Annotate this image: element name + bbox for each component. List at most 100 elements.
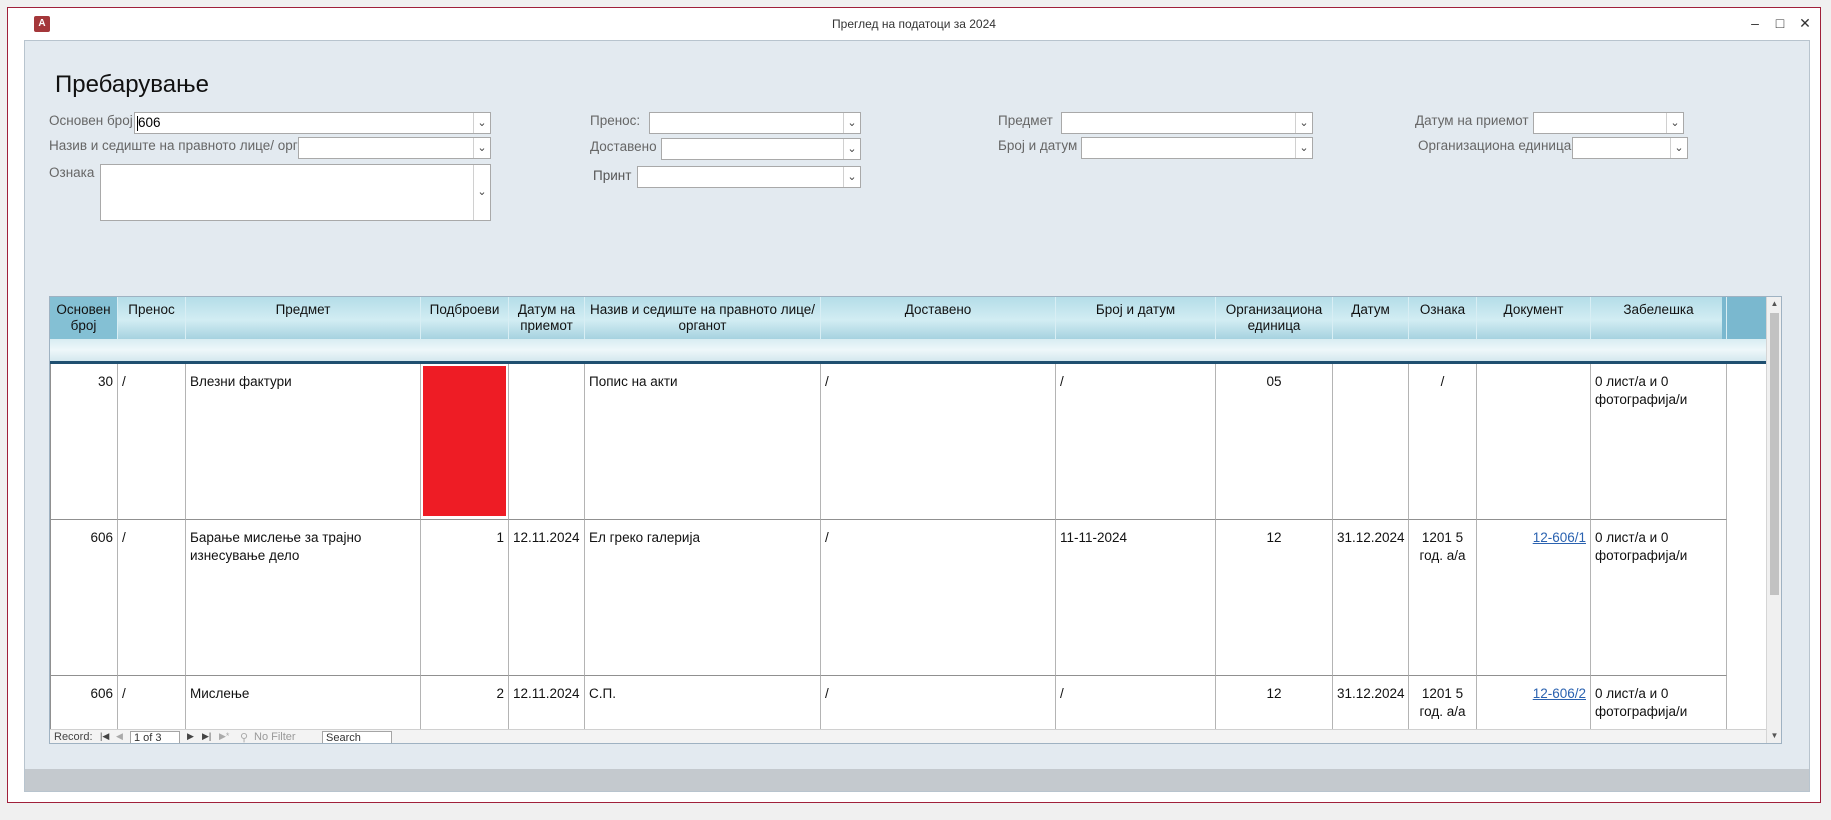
col-header-prenos[interactable]: Пренос bbox=[118, 297, 186, 339]
prenos-label: Пренос: bbox=[590, 113, 641, 128]
chevron-down-icon[interactable]: ⌄ bbox=[473, 113, 490, 133]
vertical-scrollbar[interactable]: ▲ ▼ bbox=[1766, 297, 1781, 743]
chevron-down-icon[interactable]: ⌄ bbox=[843, 167, 860, 187]
org-edinica-combo[interactable]: ⌄ bbox=[1572, 137, 1688, 159]
prev-record-icon[interactable]: ◀ bbox=[116, 731, 123, 742]
scroll-thumb[interactable] bbox=[1770, 313, 1779, 595]
page-title: Пребарување bbox=[55, 71, 209, 98]
cell-dokument[interactable]: 12-606/1 bbox=[1477, 520, 1591, 676]
col-header-broj-datum[interactable]: Број и датум bbox=[1056, 297, 1216, 339]
new-record-icon[interactable]: ▶* bbox=[219, 731, 229, 742]
col-header-zabeleska[interactable]: Забелешка bbox=[1591, 297, 1727, 339]
document-link[interactable]: 12-606/2 bbox=[1533, 686, 1586, 701]
print-combo[interactable]: ⌄ bbox=[637, 166, 861, 188]
oznaka-label: Ознака bbox=[49, 165, 95, 180]
col-header-org-edinica[interactable]: Организациона единица bbox=[1216, 297, 1333, 339]
cell-dostaveno[interactable]: / bbox=[821, 364, 1056, 520]
osnoven-broj-value: 606 bbox=[138, 115, 161, 130]
header-band bbox=[50, 339, 1766, 361]
cell-datum[interactable] bbox=[1333, 364, 1409, 520]
filter-icon[interactable]: ⚲ bbox=[240, 731, 248, 743]
cell-naziv[interactable]: Ел греко галерија bbox=[585, 520, 821, 676]
cell-podbroevi[interactable]: 1 bbox=[421, 520, 509, 676]
cell-oznaka[interactable]: 1201 5 год. а/а bbox=[1409, 520, 1477, 676]
cell-podbroevi[interactable] bbox=[421, 364, 509, 520]
cell-zabeleska[interactable]: 0 лист/а и 0 фотографија/и bbox=[1591, 520, 1727, 676]
col-header-datum[interactable]: Датум bbox=[1333, 297, 1409, 339]
cell-broj-datum[interactable]: 11-11-2024 bbox=[1056, 520, 1216, 676]
first-record-icon[interactable]: |◀ bbox=[100, 731, 109, 742]
close-button[interactable]: ✕ bbox=[1791, 12, 1819, 34]
access-window: A Преглед на податоци за 2024 – □ ✕ Преб… bbox=[7, 7, 1821, 803]
dostaveno-label: Доставено bbox=[590, 139, 657, 154]
broj-datum-combo[interactable]: ⌄ bbox=[1081, 137, 1313, 159]
maximize-button[interactable]: □ bbox=[1766, 12, 1794, 34]
org-edinica-label: Организациона единица bbox=[1418, 138, 1572, 153]
cell-broj-datum[interactable]: / bbox=[1056, 364, 1216, 520]
osnoven-broj-label: Основен број bbox=[49, 113, 133, 128]
col-header-dokument[interactable]: Документ bbox=[1477, 297, 1591, 339]
minimize-button[interactable]: – bbox=[1741, 12, 1769, 34]
col-header-osnoven-broj[interactable]: Основен број bbox=[50, 297, 118, 339]
last-record-icon[interactable]: ▶| bbox=[202, 731, 211, 742]
column-header-row: Основен број Пренос Предмет Подброеви Да… bbox=[50, 297, 1766, 339]
dostaveno-combo[interactable]: ⌄ bbox=[661, 138, 861, 160]
predmet-combo[interactable]: ⌄ bbox=[1061, 112, 1313, 134]
chevron-down-icon[interactable]: ⌄ bbox=[473, 138, 490, 158]
chevron-down-icon[interactable]: ⌄ bbox=[1670, 138, 1687, 158]
cell-naziv[interactable]: Попис на акти bbox=[585, 364, 821, 520]
cell-datum-priem[interactable] bbox=[509, 364, 585, 520]
oznaka-combo[interactable]: ⌄ bbox=[100, 164, 491, 221]
chevron-down-icon[interactable]: ⌄ bbox=[843, 113, 860, 133]
cell-org-edinica[interactable]: 05 bbox=[1216, 364, 1333, 520]
prenos-combo[interactable]: ⌄ bbox=[649, 112, 861, 134]
cell-osnoven-broj[interactable]: 606 bbox=[50, 520, 118, 676]
cell-prenos[interactable]: / bbox=[118, 520, 186, 676]
chevron-down-icon[interactable]: ⌄ bbox=[1666, 113, 1683, 133]
predmet-label: Предмет bbox=[998, 113, 1053, 128]
cell-oznaka[interactable]: / bbox=[1409, 364, 1477, 520]
cell-dokument[interactable] bbox=[1477, 364, 1591, 520]
col-header-datum-priem[interactable]: Датум на приемот bbox=[509, 297, 585, 339]
broj-datum-label: Број и датум bbox=[998, 138, 1078, 153]
scroll-down-icon[interactable]: ▼ bbox=[1767, 729, 1781, 743]
cell-zabeleska[interactable]: 0 лист/а и 0 фотографија/и bbox=[1591, 364, 1727, 520]
chevron-down-icon[interactable]: ⌄ bbox=[473, 165, 490, 220]
cell-predmet[interactable]: Влезни фактури bbox=[186, 364, 421, 520]
header-filler bbox=[1722, 297, 1766, 339]
search-input[interactable]: Search bbox=[322, 731, 392, 743]
col-header-naziv[interactable]: Назив и седиште на правното лице/ органо… bbox=[585, 297, 821, 339]
search-form: Пребарување Основен број 606 ⌄ Назив и с… bbox=[24, 40, 1810, 792]
window-title: Преглед на податоци за 2024 bbox=[832, 17, 996, 31]
col-header-dostaveno[interactable]: Доставено bbox=[821, 297, 1056, 339]
status-color-block bbox=[423, 366, 506, 516]
next-record-icon[interactable]: ▶ bbox=[187, 731, 194, 742]
record-position-input[interactable]: 1 of 3 bbox=[130, 731, 180, 743]
cell-dostaveno[interactable]: / bbox=[821, 520, 1056, 676]
filter-status[interactable]: No Filter bbox=[254, 731, 296, 743]
document-link[interactable]: 12-606/1 bbox=[1533, 530, 1586, 545]
col-header-podbroevi[interactable]: Подброеви bbox=[421, 297, 509, 339]
results-datasheet: Основен број Пренос Предмет Подброеви Да… bbox=[49, 296, 1782, 744]
col-header-predmet[interactable]: Предмет bbox=[186, 297, 421, 339]
cell-datum-priem[interactable]: 12.11.2024 bbox=[509, 520, 585, 676]
cell-prenos[interactable]: / bbox=[118, 364, 186, 520]
title-bar: A Преглед на податоци за 2024 – □ ✕ bbox=[8, 8, 1820, 40]
print-label: Принт bbox=[593, 168, 632, 183]
chevron-down-icon[interactable]: ⌄ bbox=[1295, 138, 1312, 158]
scroll-up-icon[interactable]: ▲ bbox=[1767, 297, 1781, 311]
datum-priem-combo[interactable]: ⌄ bbox=[1533, 112, 1684, 134]
chevron-down-icon[interactable]: ⌄ bbox=[843, 139, 860, 159]
osnoven-broj-combo[interactable]: 606 ⌄ bbox=[134, 112, 491, 134]
chevron-down-icon[interactable]: ⌄ bbox=[1295, 113, 1312, 133]
cell-osnoven-broj[interactable]: 30 bbox=[50, 364, 118, 520]
form-footer-bar bbox=[25, 769, 1809, 791]
cell-predmet[interactable]: Барање мислење за трајно изнесување дело bbox=[186, 520, 421, 676]
cell-datum[interactable]: 31.12.2024 bbox=[1333, 520, 1409, 676]
cell-org-edinica[interactable]: 12 bbox=[1216, 520, 1333, 676]
naziv-combo[interactable]: ⌄ bbox=[298, 137, 491, 159]
col-header-oznaka[interactable]: Ознака bbox=[1409, 297, 1477, 339]
datum-priem-label: Датум на приемот bbox=[1415, 113, 1529, 128]
naziv-label: Назив и седиште на правното лице/ органо… bbox=[49, 138, 326, 153]
record-navigation-bar: Record: |◀ ◀ 1 of 3 ▶ ▶| ▶* ⚲ No Filter … bbox=[50, 729, 1766, 743]
